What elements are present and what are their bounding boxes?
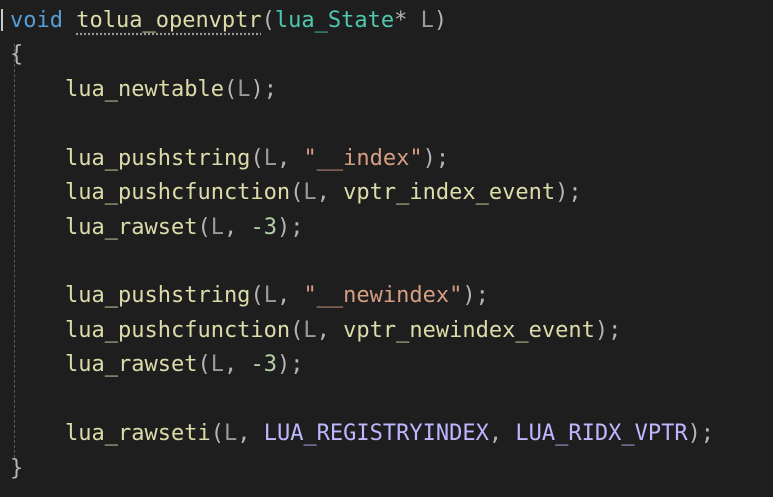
number-literal: -3 bbox=[250, 352, 277, 377]
call-name: lua_rawset bbox=[65, 352, 198, 377]
close: ); bbox=[555, 180, 582, 205]
arg: L bbox=[303, 318, 317, 343]
string-literal: "__newindex" bbox=[303, 283, 463, 308]
call-name: lua_rawset bbox=[65, 215, 198, 240]
comma: , bbox=[316, 180, 330, 205]
code-editor[interactable]: void tolua_openvptr(lua_State* L) { lua_… bbox=[0, 0, 773, 497]
close: ); bbox=[422, 146, 450, 171]
paren-open: ( bbox=[261, 8, 275, 33]
callback-name: vptr_newindex_event bbox=[343, 318, 595, 343]
comma: , bbox=[276, 283, 291, 308]
paren: ( bbox=[210, 421, 224, 446]
callback-name: vptr_index_event bbox=[343, 180, 556, 205]
brace-open: { bbox=[10, 42, 24, 67]
code-line[interactable]: lua_pushstring(L, "__newindex"); bbox=[65, 279, 489, 313]
close: ); bbox=[687, 421, 715, 446]
function-name: tolua_openvptr bbox=[76, 8, 262, 33]
comma: , bbox=[237, 421, 251, 446]
close: ); bbox=[462, 283, 489, 308]
arg: L bbox=[237, 77, 251, 102]
arg: L bbox=[263, 146, 277, 171]
arg: L bbox=[303, 180, 317, 205]
call-name: lua_pushcfunction bbox=[65, 180, 291, 205]
comma: , bbox=[223, 215, 238, 240]
code-line-signature[interactable]: void tolua_openvptr(lua_State* L) bbox=[10, 4, 447, 38]
close: ); bbox=[250, 77, 277, 102]
paren: ( bbox=[197, 215, 211, 240]
call-name: lua_pushstring bbox=[65, 146, 251, 171]
code-line[interactable]: lua_rawset(L, -3); bbox=[65, 211, 303, 245]
code-line[interactable]: lua_rawseti(L, LUA_REGISTRYINDEX, LUA_RI… bbox=[65, 417, 714, 451]
comma: , bbox=[488, 421, 503, 446]
string-literal: "__index" bbox=[303, 146, 423, 171]
macro-name: LUA_RIDX_VPTR bbox=[515, 421, 688, 446]
param-name: L bbox=[420, 8, 434, 33]
paren: ( bbox=[290, 180, 304, 205]
brace-close: } bbox=[10, 456, 24, 481]
pointer-star: * bbox=[394, 8, 408, 33]
call-name: lua_pushcfunction bbox=[65, 318, 291, 343]
code-line[interactable]: lua_pushcfunction(L, vptr_newindex_event… bbox=[65, 314, 621, 348]
macro-name: LUA_REGISTRYINDEX bbox=[263, 421, 489, 446]
number-literal: -3 bbox=[250, 215, 277, 240]
collapse-marker[interactable] bbox=[1, 9, 3, 31]
paren: ( bbox=[250, 283, 264, 308]
comma: , bbox=[223, 352, 238, 377]
close: ); bbox=[594, 318, 622, 343]
call-name: lua_newtable bbox=[65, 77, 224, 102]
paren-close: ) bbox=[433, 8, 448, 33]
keyword-void: void bbox=[10, 8, 63, 33]
code-line[interactable]: lua_pushcfunction(L, vptr_index_event); bbox=[65, 176, 582, 210]
arg: L bbox=[263, 283, 277, 308]
type-name: lua_State bbox=[274, 8, 395, 33]
paren: ( bbox=[290, 318, 304, 343]
comma: , bbox=[276, 146, 291, 171]
arg: L bbox=[210, 352, 224, 377]
code-line-open-brace[interactable]: { bbox=[10, 38, 23, 72]
paren: ( bbox=[197, 352, 211, 377]
call-name: lua_pushstring bbox=[65, 283, 251, 308]
code-line[interactable]: lua_pushstring(L, "__index"); bbox=[65, 142, 449, 176]
arg: L bbox=[223, 421, 238, 446]
indent-guide bbox=[14, 44, 15, 458]
close: ); bbox=[276, 215, 304, 240]
close: ); bbox=[276, 352, 304, 377]
comma: , bbox=[316, 318, 330, 343]
paren: ( bbox=[250, 146, 264, 171]
arg: L bbox=[210, 215, 224, 240]
code-line[interactable]: lua_newtable(L); bbox=[65, 73, 277, 107]
code-line-close-brace[interactable]: } bbox=[10, 452, 23, 486]
code-line[interactable]: lua_rawset(L, -3); bbox=[65, 348, 303, 382]
call-name: lua_rawseti bbox=[65, 421, 211, 446]
paren: ( bbox=[223, 77, 238, 102]
